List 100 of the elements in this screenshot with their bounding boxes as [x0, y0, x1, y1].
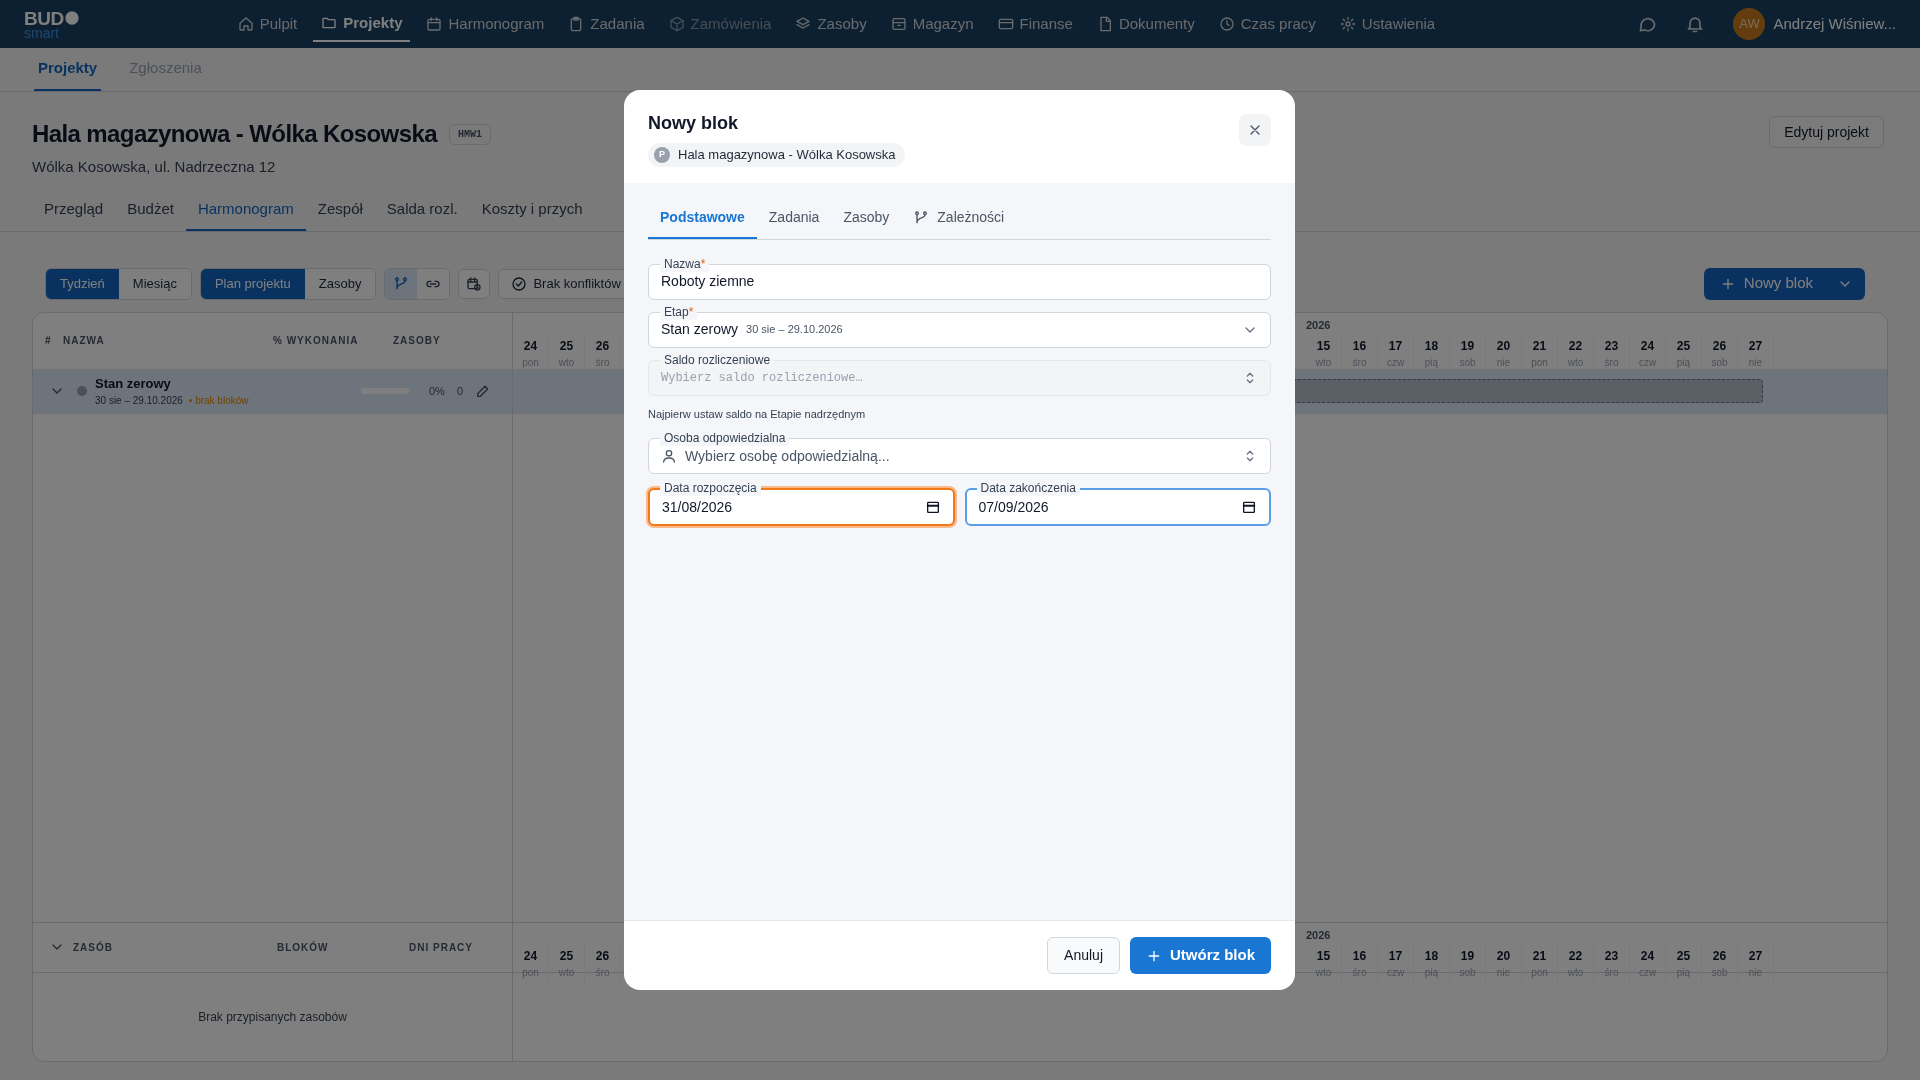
- edit-project-button[interactable]: Edytuj projekt: [1769, 116, 1884, 148]
- range-toggle[interactable]: Miesiąc: [118, 268, 191, 299]
- day-number: 15: [1316, 947, 1331, 965]
- day-number: 17: [1388, 337, 1403, 355]
- modal-tab[interactable]: Zadania: [756, 198, 832, 239]
- project-code: HMW1: [448, 123, 491, 145]
- nav-item[interactable]: Zadania: [560, 6, 653, 42]
- day-number: 16: [1352, 337, 1367, 355]
- day-number: 24: [1640, 337, 1655, 355]
- nav-item[interactable]: Projekty: [313, 6, 411, 42]
- branch-icon: [913, 209, 930, 226]
- project-tab[interactable]: Harmonogram: [185, 190, 306, 231]
- user-name[interactable]: Andrzej Wiśniew...: [1773, 12, 1896, 36]
- day-number: 21: [1532, 337, 1547, 355]
- calendar-button[interactable]: [458, 268, 491, 299]
- empty-message: Brak przypisanych zasobów: [198, 1008, 347, 1026]
- nav-item[interactable]: Ustawienia: [1331, 6, 1444, 42]
- close-button[interactable]: [1239, 114, 1271, 146]
- mode-toggle[interactable]: Plan projektu: [200, 268, 305, 299]
- create-block-button[interactable]: Utwórz blok: [1130, 937, 1271, 974]
- column-header: ZASÓB: [73, 940, 114, 955]
- nav-item[interactable]: Zasoby: [787, 6, 875, 42]
- day-number: 25: [559, 337, 574, 355]
- clock-icon: [1218, 16, 1235, 32]
- day-number: 27: [1748, 947, 1763, 965]
- calendar-icon: [1241, 499, 1257, 515]
- home-icon: [237, 16, 254, 32]
- day-number: 27: [1748, 337, 1763, 355]
- calendar-icon: [924, 499, 941, 515]
- nav-item[interactable]: Magazyn: [882, 6, 982, 42]
- branch-icon: [393, 275, 410, 292]
- project-title: Hala magazynowa - Wólka Kosowska: [32, 119, 437, 149]
- credit-card-icon: [997, 16, 1014, 32]
- calendar-icon: [426, 16, 443, 32]
- nav-item[interactable]: Pulpit: [229, 6, 306, 42]
- column-header: % WYKONANIA: [273, 334, 360, 348]
- nav-item[interactable]: Czas pracy: [1210, 6, 1324, 42]
- settings-icon: [1339, 16, 1356, 32]
- day-number: 19: [1460, 337, 1475, 355]
- progress-value: 0%: [429, 383, 445, 399]
- logo-text: BUD: [24, 8, 64, 28]
- project-tab[interactable]: Zespół: [305, 190, 375, 231]
- column-header: BLOKÓW: [277, 940, 330, 955]
- day-number: 18: [1424, 947, 1439, 965]
- project-address: Wólka Kosowska, ul. Nadrzeczna 12: [32, 157, 277, 177]
- day-number: 26: [1712, 337, 1727, 355]
- project-initial: P: [654, 146, 670, 163]
- nav-item[interactable]: Dokumenty: [1088, 6, 1203, 42]
- day-number: 24: [523, 337, 538, 355]
- column-header: ZASOBY: [393, 334, 442, 348]
- project-tab[interactable]: Salda rozl.: [374, 190, 470, 231]
- nav-item[interactable]: Harmonogram: [418, 6, 553, 42]
- range-toggle[interactable]: Tydzień: [46, 268, 119, 299]
- project-tab[interactable]: Przegląd: [32, 190, 116, 231]
- day-number: 23: [1604, 947, 1619, 965]
- modal-tab[interactable]: Zależności: [901, 198, 1017, 239]
- day-number: 25: [1676, 947, 1691, 965]
- day-number: 25: [559, 947, 574, 965]
- column-header: #: [44, 334, 53, 348]
- column-header: DNI PRACY: [409, 940, 473, 955]
- check-circle-icon: [511, 275, 528, 292]
- stage-name: Stan zerowy: [95, 374, 172, 393]
- year-label: 2026: [1306, 927, 1331, 943]
- resource-count: 0: [456, 383, 464, 399]
- logo-icon: [63, 10, 80, 26]
- day-number: 20: [1496, 947, 1511, 965]
- view-toggle[interactable]: [417, 268, 450, 299]
- user-icon: [661, 448, 677, 464]
- year-label: 2026: [1306, 317, 1331, 333]
- warning-label: • brak bloków: [188, 394, 249, 409]
- day-number: 22: [1568, 947, 1583, 965]
- cancel-button[interactable]: Anuluj: [1047, 937, 1120, 974]
- hint-text: Najpierw ustaw saldo na Etapie nadrzędnym: [648, 406, 867, 422]
- day-number: 20: [1496, 337, 1511, 355]
- project-tab[interactable]: Koszty i przych: [469, 190, 595, 231]
- day-number: 19: [1460, 947, 1475, 965]
- day-number: 16: [1352, 947, 1367, 965]
- mode-toggle[interactable]: Zasoby: [304, 268, 376, 299]
- column-header: NAZWA: [63, 334, 106, 348]
- day-number: 21: [1532, 947, 1547, 965]
- day-number: 24: [1640, 947, 1655, 965]
- folder-icon: [321, 15, 338, 31]
- modal-title: Nowy blok: [648, 112, 739, 135]
- modal-tab[interactable]: Podstawowe: [648, 198, 757, 239]
- day-number: 22: [1568, 337, 1583, 355]
- day-number: 26: [595, 337, 610, 355]
- nav-item[interactable]: Finanse: [989, 6, 1081, 42]
- day-number: 26: [1712, 947, 1727, 965]
- day-number: 25: [1676, 337, 1691, 355]
- subtab[interactable]: Projekty: [34, 56, 102, 91]
- logo-subtext: smart: [24, 25, 59, 40]
- day-number: 18: [1424, 337, 1439, 355]
- project-tab[interactable]: Budżet: [115, 190, 186, 231]
- modal-tab[interactable]: Zasoby: [831, 198, 902, 239]
- day-number: 26: [595, 947, 610, 965]
- project-name: Hala magazynowa - Wólka Kosowska: [678, 146, 896, 164]
- day-number: 24: [523, 947, 538, 965]
- stage-dates: 30 sie – 29.10.2026: [95, 394, 183, 409]
- view-toggle[interactable]: [385, 268, 418, 299]
- calendar-clock-icon: [466, 275, 483, 292]
